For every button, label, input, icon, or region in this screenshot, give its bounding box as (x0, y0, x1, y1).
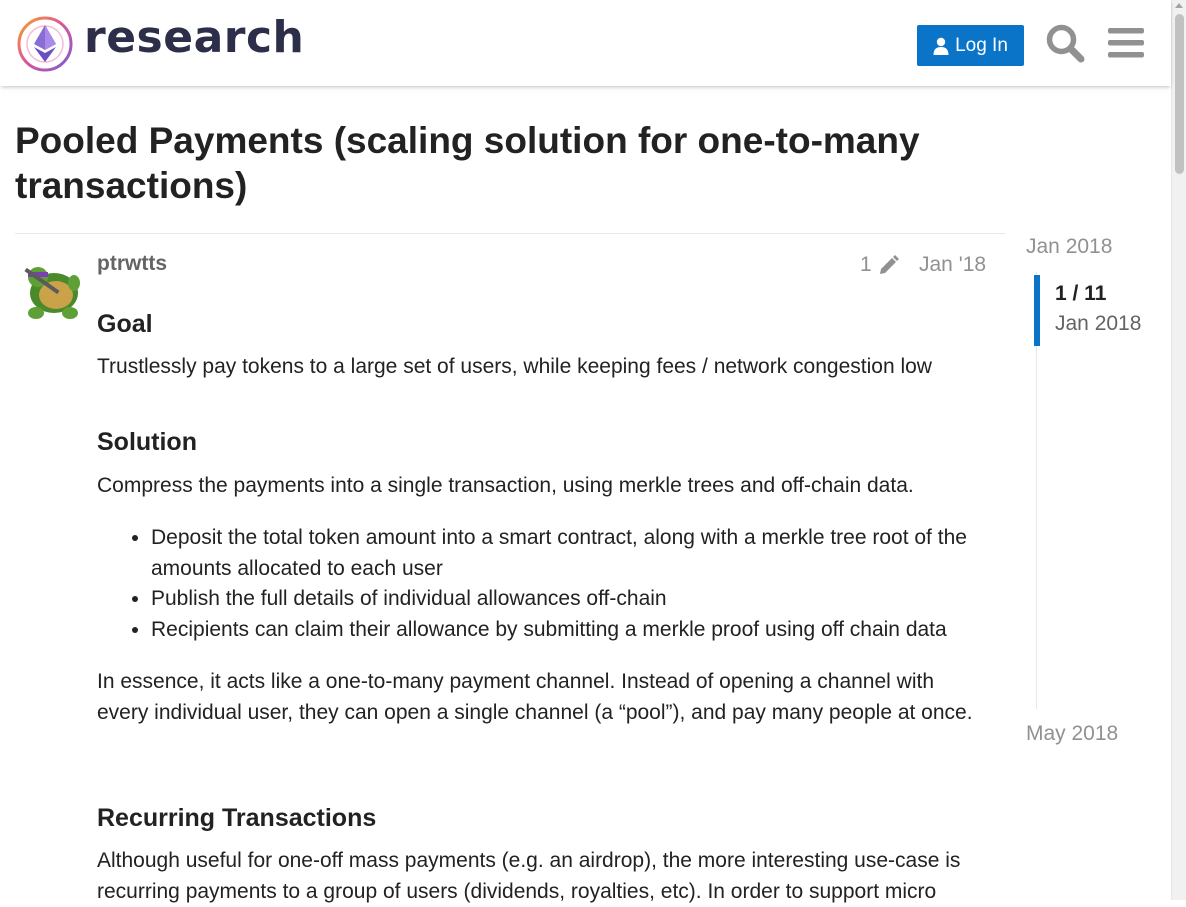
list-item: Deposit the total token amount into a sm… (151, 523, 1046, 584)
scroll-up-arrow-icon[interactable] (1175, 3, 1183, 8)
timeline-start-date[interactable]: Jan 2018 (1026, 235, 1112, 259)
timeline-handle-date: Jan 2018 (1055, 312, 1142, 335)
essence-text: In essence, it acts like a one-to-many p… (97, 670, 973, 724)
logo-text[interactable]: research (84, 12, 304, 63)
edit-count: 1 (860, 253, 872, 276)
scrollbar-thumb[interactable] (1175, 14, 1184, 174)
list-item: Publish the full details of individual a… (151, 584, 1046, 615)
list-item: Recipients can claim their allowance by … (151, 615, 1046, 646)
pencil-icon (879, 255, 899, 274)
user-icon (933, 37, 949, 55)
solution-text: Compress the payments into a single tran… (97, 474, 914, 497)
site-header: research Log In (0, 0, 1171, 86)
solution-list: Deposit the total token amount into a sm… (97, 523, 1046, 645)
timeline-scroll-handle[interactable] (1034, 275, 1040, 346)
solution-heading: Solution (97, 428, 197, 456)
goal-heading: Goal (97, 310, 153, 338)
ethresearch-logo-icon[interactable] (16, 15, 74, 73)
goal-text: Trustlessly pay tokens to a large set of… (97, 355, 932, 378)
search-icon[interactable] (1045, 23, 1085, 63)
timeline-post-counter: 1 / 11 (1055, 282, 1107, 305)
hamburger-menu-icon[interactable] (1108, 26, 1144, 60)
login-button[interactable]: Log In (917, 25, 1024, 66)
login-label: Log In (955, 34, 1008, 56)
user-avatar[interactable] (16, 255, 86, 325)
title-divider (15, 233, 1005, 234)
post-date[interactable]: Jan '18 (919, 253, 986, 277)
recurring-text: Although useful for one-off mass payment… (97, 849, 961, 903)
page-scrollbar[interactable] (1171, 0, 1186, 900)
recurring-heading: Recurring Transactions (97, 804, 377, 832)
post-username[interactable]: ptrwtts (97, 252, 167, 276)
topic-title[interactable]: Pooled Payments (scaling solution for on… (15, 118, 995, 208)
timeline-end-date[interactable]: May 2018 (1026, 722, 1118, 746)
edit-history-button[interactable]: 1 (860, 253, 900, 277)
